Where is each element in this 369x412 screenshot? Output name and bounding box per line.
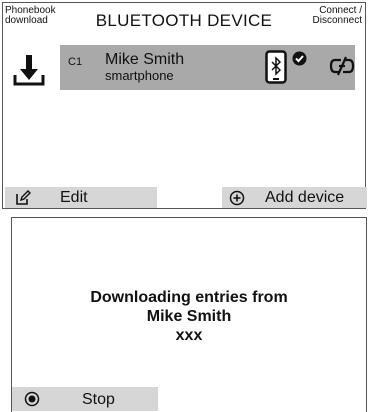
stop-icon [24, 391, 40, 407]
disconnect-icon [329, 56, 355, 76]
download-message: Downloading entries from Mike Smith xxx [12, 288, 366, 345]
edit-icon [16, 190, 31, 205]
device-list-item[interactable]: C1 Mike Smith smartphone [60, 45, 355, 90]
plus-circle-icon [229, 190, 245, 206]
message-line-2: Mike Smith [146, 308, 232, 325]
stop-button[interactable]: Stop [12, 387, 158, 411]
device-name: Mike Smith [105, 51, 185, 68]
stop-label: Stop [82, 391, 115, 408]
connect-disconnect-label[interactable]: Connect / Disconnect [282, 6, 362, 26]
edit-button[interactable]: Edit [5, 187, 157, 208]
download-button[interactable] [11, 51, 47, 89]
add-device-label: Add device [265, 189, 345, 206]
check-icon [292, 51, 307, 66]
message-line-3: xxx [175, 327, 203, 344]
device-type: smartphone [105, 68, 174, 83]
download-progress-screen: Downloading entries from Mike Smith xxx … [11, 217, 367, 412]
message-line-1: Downloading entries from [90, 289, 288, 306]
edit-label: Edit [60, 189, 88, 206]
download-icon [13, 55, 45, 86]
add-device-button[interactable]: Add device [222, 187, 367, 208]
bluetooth-device-screen: Phonebook download BLUETOOTH DEVICE Conn… [2, 2, 367, 209]
bluetooth-phone-icon [265, 50, 287, 84]
slot-label: C1 [68, 56, 83, 68]
disconnect-button[interactable] [329, 54, 355, 78]
